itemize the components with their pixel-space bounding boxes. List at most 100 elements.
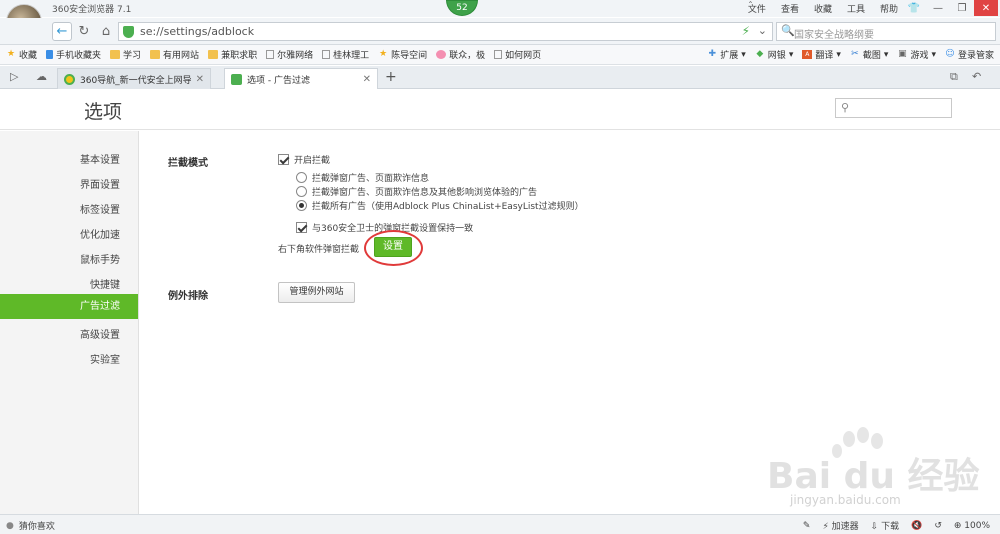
star-icon: ★ [6, 49, 16, 59]
maximize-icon[interactable]: ❐ [950, 0, 974, 16]
tab-360-nav[interactable]: 360导航_新一代安全上网导航 ✕ [57, 68, 211, 89]
volume-icon[interactable]: 🔇 [911, 521, 922, 531]
dot-icon: ● [6, 520, 14, 531]
back-icon[interactable]: ← [52, 22, 72, 41]
refresh-icon[interactable]: ↻ [74, 22, 94, 41]
bookmark-useful-sites[interactable]: 有用网站 [150, 48, 199, 61]
translate-icon: A [802, 50, 813, 59]
page-icon [322, 50, 331, 59]
bookmarks-bar: ★ 收藏 手机收藏夹 学习 有用网站 兼职求职 尔雅网络 桂林理工 ★ 陈导空间 联… [0, 45, 1000, 65]
scissors-icon: ✂ [851, 49, 859, 59]
restore-icon[interactable]: ↺ [934, 521, 942, 531]
ebank-button[interactable]: ◆ 网银 ▾ [755, 48, 793, 62]
search-input[interactable]: 🔍 国家安全战略纲要 [776, 22, 996, 41]
menu-help[interactable]: 帮助 [880, 2, 898, 15]
speed-mode-icon[interactable]: ⚡ [742, 24, 750, 38]
block-mode-label: 拦截模式 [168, 158, 208, 169]
corner-popup-label: 右下角软件弹窗拦截 [278, 245, 360, 255]
games-button[interactable]: ▣ 游戏 ▾ [897, 48, 936, 62]
page-icon [494, 50, 503, 59]
sidebar-item-basic[interactable]: 基本设置 [80, 151, 120, 166]
url-text[interactable]: se://settings/adblock [140, 25, 254, 38]
feedback-icon[interactable]: ✎ [803, 521, 811, 531]
title-bar: 360安全浏览器 7.1 52 ˆ 文件 查看 收藏 工具 帮助 👕 — ❐ ✕ [0, 0, 1000, 17]
cloud-icon[interactable]: ☁ [36, 70, 47, 83]
notification-badge[interactable]: 52 [446, 0, 478, 16]
sidebar-item-tabs[interactable]: 标签设置 [80, 201, 120, 216]
block-option-popups-plus[interactable]: 拦截弹窗广告、页面欺诈信息及其他影响浏览体验的广告 [296, 185, 537, 198]
search-icon[interactable]: 🔍 [781, 24, 795, 37]
guess-you-like[interactable]: 猜你喜欢 [19, 519, 55, 532]
tab-options-adblock[interactable]: 选项 - 广告过滤 ✕ [224, 68, 378, 90]
block-option-popups-plus-radio[interactable] [296, 186, 307, 197]
bookmark-lianzhong[interactable]: 联众，极 [436, 48, 485, 61]
menu-file[interactable]: 文件 [748, 2, 766, 15]
screenshot-button[interactable]: ✂ 截图 ▾ [850, 48, 888, 62]
sidebar-item-mouse-gestures[interactable]: 鼠标手势 [80, 251, 120, 266]
sidebar-item-acceleration[interactable]: 优化加速 [80, 226, 120, 241]
menu-view[interactable]: 查看 [781, 2, 799, 15]
page-header: 选项 ⚲ [0, 89, 1000, 130]
download-button[interactable]: ⇩ 下载 [871, 519, 899, 532]
url-field[interactable]: se://settings/adblock ⚡ ⌄ [118, 22, 773, 41]
sidebar-item-shortcuts[interactable]: 快捷键 [90, 276, 120, 291]
address-toolbar: ← ↻ ⌂ se://settings/adblock ⚡ ⌄ 🔍 国家安全战略… [0, 18, 1000, 45]
block-option-popups[interactable]: 拦截弹窗广告、页面欺诈信息 [296, 171, 429, 184]
gamepad-icon: ▣ [898, 49, 907, 59]
security-shield-icon [123, 26, 134, 38]
enable-blocking-checkbox[interactable] [278, 154, 289, 165]
window-controls: 👕 — ❐ ✕ [902, 0, 998, 16]
menu-favorites[interactable]: 收藏 [814, 2, 832, 15]
close-tab-icon[interactable]: ✕ [196, 74, 204, 85]
minimize-icon[interactable]: — [926, 0, 950, 16]
translate-button[interactable]: A 翻译 ▾ [802, 48, 841, 61]
sidebar-item-interface[interactable]: 界面设置 [80, 176, 120, 191]
sidebar-item-lab[interactable]: 实验室 [90, 351, 120, 366]
sidebar-item-adblock[interactable]: 广告过滤 [0, 294, 138, 319]
bookmark-study[interactable]: 学习 [110, 48, 141, 61]
bookmark-howto[interactable]: 如何网页 [494, 48, 541, 61]
extensions-button[interactable]: ✚ 扩展 ▾ [707, 48, 745, 62]
restore-tabs-icon[interactable]: ⧉ [950, 70, 958, 84]
enable-blocking-label: 开启拦截 [294, 156, 331, 166]
close-tab-icon[interactable]: ✕ [363, 74, 371, 85]
bookmark-mobile[interactable]: 手机收藏夹 [46, 48, 101, 61]
home-icon[interactable]: ⌂ [96, 22, 116, 41]
search-icon: ⚲ [841, 101, 850, 114]
skin-icon[interactable]: 👕 [902, 0, 926, 16]
login-manager-button[interactable]: ☺ 登录管家 [945, 48, 994, 62]
enable-blocking-row[interactable]: 开启拦截 [278, 153, 330, 166]
bookmark-glut[interactable]: 桂林理工 [322, 48, 369, 61]
zoom-control[interactable]: ⊕ 100% [954, 521, 990, 531]
sidebar-toggle-icon[interactable]: ▷ [10, 70, 18, 83]
menu-bar: 文件 查看 收藏 工具 帮助 [748, 2, 898, 15]
sidebar-item-advanced[interactable]: 高级设置 [80, 326, 120, 341]
new-tab-icon[interactable]: + [385, 69, 397, 85]
options-search-input[interactable]: ⚲ [835, 98, 952, 118]
bookmark-jobs[interactable]: 兼职求职 [208, 48, 257, 61]
baidu-watermark-url: jingyan.baidu.com [790, 493, 901, 507]
user-icon: ☺ [945, 49, 955, 59]
chevron-down-icon[interactable]: ⌄ [758, 24, 767, 37]
undo-close-icon[interactable]: ↶ [972, 70, 981, 83]
block-option-popups-radio[interactable] [296, 172, 307, 183]
folder-icon [208, 50, 219, 59]
highlight-circle [364, 230, 423, 266]
phone-icon [46, 50, 54, 59]
bookmark-chen-space[interactable]: ★ 陈导空间 [378, 48, 427, 62]
close-icon[interactable]: ✕ [974, 0, 998, 16]
shield-icon: ◆ [756, 49, 764, 59]
exceptions-label: 例外排除 [168, 291, 208, 302]
block-option-all-radio[interactable] [296, 200, 307, 211]
page-title: 选项 [84, 101, 123, 123]
block-option-all[interactable]: 拦截所有广告（使用Adblock Plus ChinaList+EasyList… [296, 199, 584, 212]
accelerator-button[interactable]: ⚡ 加速器 [822, 519, 858, 532]
sync-360-guard-checkbox[interactable] [296, 222, 307, 233]
status-bar: ● 猜你喜欢 ✎ ⚡ 加速器 ⇩ 下载 🔇 ↺ ⊕ 100% [0, 514, 1000, 534]
manage-exceptions-button[interactable]: 管理例外网站 [278, 282, 355, 303]
bookmark-favorites[interactable]: ★ 收藏 [6, 48, 37, 62]
bookmark-erya[interactable]: 尔雅网络 [266, 48, 313, 61]
search-placeholder: 国家安全战略纲要 [794, 30, 874, 41]
menu-tools[interactable]: 工具 [847, 2, 865, 15]
folder-icon [150, 50, 161, 59]
